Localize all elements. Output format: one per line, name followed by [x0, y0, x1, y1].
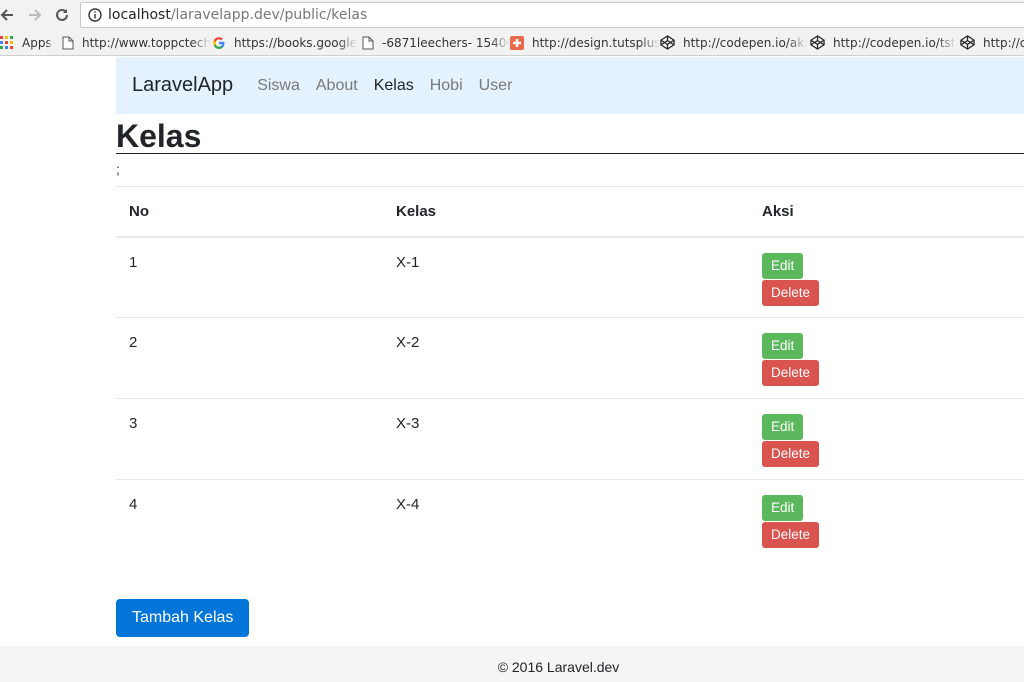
cell-kelas: X-4 — [383, 479, 749, 561]
bookmark-codepen-1[interactable]: http://codepen.io/aki — [660, 30, 810, 55]
tutsplus-icon — [510, 35, 524, 50]
page-icon — [362, 36, 374, 49]
page-title: Kelas — [116, 117, 1024, 154]
navbar: LaravelApp Siswa About Kelas Hobi User — [116, 57, 1024, 114]
cell-kelas: X-3 — [383, 398, 749, 480]
forward-icon[interactable] — [24, 4, 46, 26]
cell-aksi: Edit Delete — [749, 479, 1024, 561]
page-container: LaravelApp Siswa About Kelas Hobi User K… — [116, 57, 1024, 637]
bookmark-google-books[interactable]: https://books.google — [212, 30, 362, 55]
table-row: 3 X-3 Edit Delete — [116, 398, 1024, 480]
nav-link-user[interactable]: User — [479, 77, 513, 95]
column-header-no: No — [116, 186, 383, 238]
bookmarks-bar: Apps http://www.toppctech https://books.… — [0, 30, 1024, 56]
delete-button[interactable]: Delete — [762, 522, 820, 548]
info-icon[interactable] — [88, 8, 102, 22]
cell-no: 1 — [129, 253, 138, 271]
codepen-icon — [810, 35, 825, 50]
nav-link-siswa[interactable]: Siswa — [257, 77, 300, 95]
google-icon — [213, 36, 225, 49]
codepen-icon — [960, 35, 975, 50]
table-row: 2 X-2 Edit Delete — [116, 317, 1024, 399]
cell-kelas: X-2 — [383, 317, 749, 399]
edit-button[interactable]: Edit — [762, 333, 804, 359]
url-text: localhost/laravelapp.dev/public/kelas — [108, 7, 368, 23]
navbar-brand[interactable]: LaravelApp — [132, 74, 233, 97]
table-row: 4 X-4 Edit Delete — [116, 479, 1024, 561]
stray-text: ; — [116, 161, 120, 177]
nav-link-hobi[interactable]: Hobi — [430, 77, 463, 95]
nav-link-about[interactable]: About — [316, 77, 358, 95]
delete-button[interactable]: Delete — [762, 360, 820, 386]
cell-no: 4 — [116, 479, 383, 561]
apps-grid-icon — [0, 35, 13, 49]
table-header-row: No Kelas Aksi — [116, 186, 1024, 238]
delete-button[interactable]: Delete — [762, 441, 820, 467]
cell-kelas: X-1 — [396, 253, 420, 271]
reload-icon[interactable] — [51, 4, 73, 26]
footer: © 2016 Laravel.dev — [0, 646, 1024, 682]
address-bar[interactable]: localhost/laravelapp.dev/public/kelas — [80, 2, 1024, 28]
kelas-table: No Kelas Aksi 1 X-1 Edit Delete 2 X-2 Ed… — [116, 186, 1024, 561]
delete-button[interactable]: Delete — [762, 279, 820, 306]
cell-aksi: Edit Delete — [749, 398, 1024, 480]
bookmark-codepen-2[interactable]: http://codepen.io/tst — [810, 30, 960, 55]
bookmark-apps[interactable]: Apps — [0, 30, 62, 55]
tambah-kelas-button[interactable]: Tambah Kelas — [116, 598, 250, 637]
page-icon — [62, 36, 74, 49]
cell-no: 2 — [116, 317, 383, 399]
codepen-icon — [660, 35, 675, 50]
footer-copyright: © 2016 Laravel.dev — [497, 659, 620, 675]
bookmark-leechers[interactable]: -6871leechers- 15406 — [362, 30, 510, 55]
browser-toolbar: localhost/laravelapp.dev/public/kelas — [0, 0, 1024, 30]
bookmark-toppctech[interactable]: http://www.toppctech — [62, 30, 212, 55]
bookmark-tutsplus[interactable]: http://design.tutsplus — [510, 30, 660, 55]
cell-no: 3 — [116, 398, 383, 480]
edit-button[interactable]: Edit — [762, 252, 804, 279]
cell-aksi: Edit Delete — [749, 237, 1024, 318]
table-row: 1 X-1 Edit Delete — [116, 237, 1024, 318]
column-header-aksi: Aksi — [749, 186, 1024, 238]
back-icon[interactable] — [0, 4, 18, 26]
nav-link-kelas[interactable]: Kelas — [374, 77, 414, 95]
column-header-kelas: Kelas — [383, 186, 749, 238]
bookmark-codepen-3[interactable]: http://c — [960, 30, 1024, 55]
cell-aksi: Edit Delete — [749, 317, 1024, 399]
edit-button[interactable]: Edit — [762, 495, 804, 521]
edit-button[interactable]: Edit — [762, 414, 804, 440]
